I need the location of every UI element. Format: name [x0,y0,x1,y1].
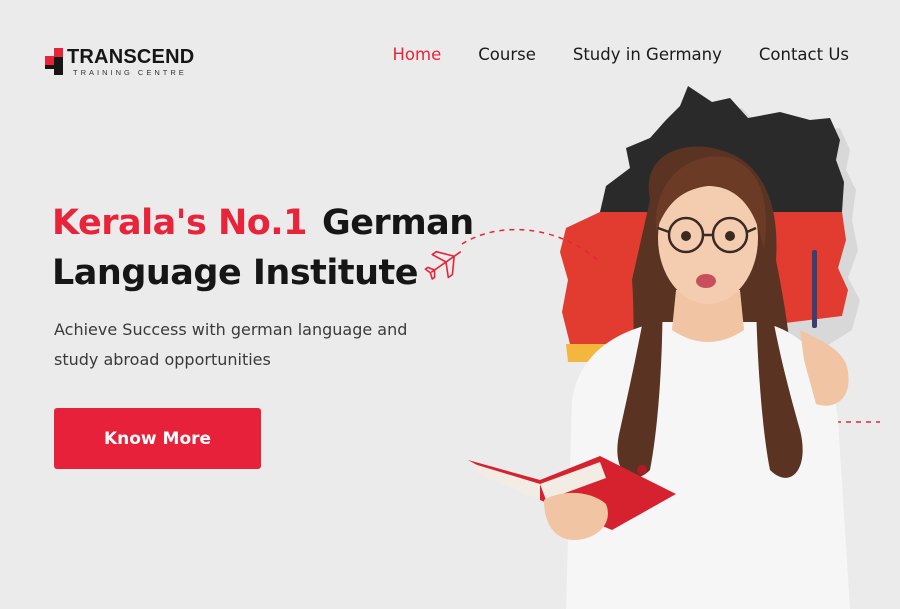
logo-mark-icon [45,48,63,76]
know-more-button[interactable]: Know More [54,408,261,469]
brand-tagline: TRAINING CENTRE [73,68,187,77]
germany-map-black [600,86,844,212]
glasses-icon [657,216,757,254]
nav-item-contact-us[interactable]: Contact Us [759,45,849,64]
person-arm-raised [800,330,849,406]
headline-rest: German [321,203,474,243]
book-icon [468,456,676,530]
germany-map-shadow [575,96,860,372]
person-lips [696,274,716,288]
germany-map-red [560,212,848,346]
landing-page: TRANSCEND TRAINING CENTRE Home Course St… [0,0,900,609]
flight-path [461,228,601,263]
brand-logo[interactable]: TRANSCEND TRAINING CENTRE [45,47,194,77]
nav-item-course[interactable]: Course [478,45,536,64]
person-hair-back [632,146,795,480]
headline-line2: Language Institute [52,253,419,293]
brand-name: TRANSCEND [67,46,195,68]
person-hair-side-right [756,250,803,478]
person-shirt [566,322,850,609]
hero-subtext: Achieve Success with german language and… [54,320,408,369]
headline-accent: Kerala's No.1 [52,203,307,243]
nav-item-study-in-germany[interactable]: Study in Germany [573,45,722,64]
hero-headline: Kerala's No.1 German Language Institute [52,198,474,298]
hero-illustration [424,86,880,609]
person-hand-book [544,492,608,540]
main-nav: Home Course Study in Germany Contact Us [393,45,849,64]
person-neck [672,290,744,342]
person-hair-front [655,156,767,250]
nav-item-home[interactable]: Home [393,45,442,64]
person-face [658,172,758,304]
person-hair-side-left [617,232,663,478]
germany-map-gold [566,344,640,362]
pen-icon [812,250,817,328]
